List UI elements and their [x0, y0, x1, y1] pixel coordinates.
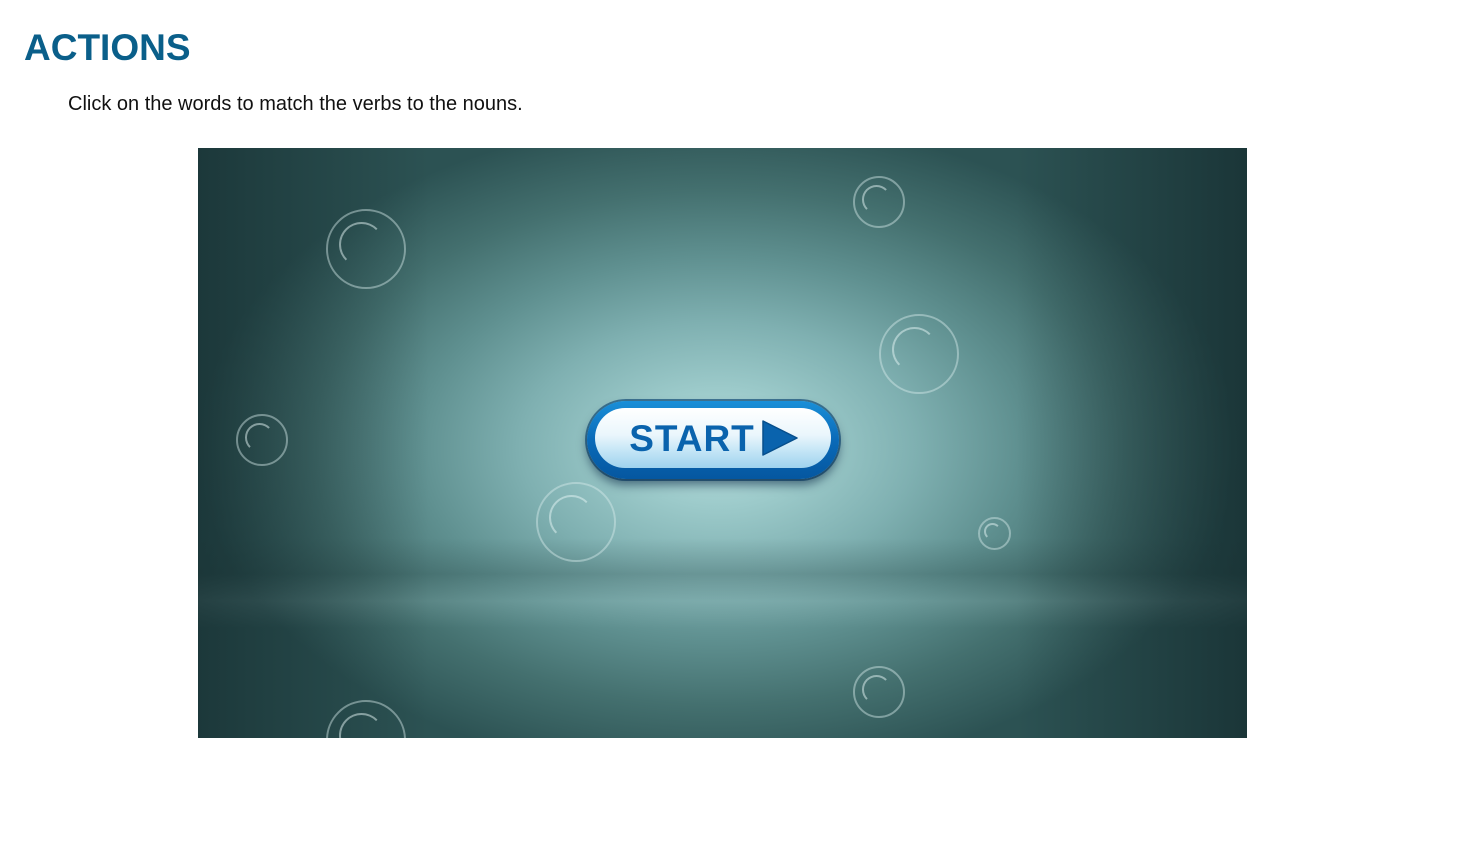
bubble-decoration: [536, 482, 616, 562]
instructions-text: Click on the words to match the verbs to…: [68, 93, 523, 115]
page-title: ACTIONS: [24, 27, 191, 68]
bubble-decoration: [326, 700, 406, 738]
bubble-decoration: [879, 314, 959, 394]
game-stage[interactable]: START: [198, 148, 1247, 738]
bubble-decoration: [853, 666, 905, 718]
page: ACTIONS Click on the words to match the …: [0, 0, 1460, 850]
play-arrow-icon: [762, 420, 798, 456]
start-button-face: START: [595, 408, 831, 468]
bubble-decoration: [978, 517, 1011, 550]
bubble-decoration: [853, 176, 905, 228]
start-button-label: START: [629, 417, 755, 459]
stage-floor-glow: [198, 538, 1247, 628]
start-button[interactable]: START: [587, 401, 839, 479]
bubble-decoration: [236, 414, 288, 466]
bubble-decoration: [326, 209, 406, 289]
